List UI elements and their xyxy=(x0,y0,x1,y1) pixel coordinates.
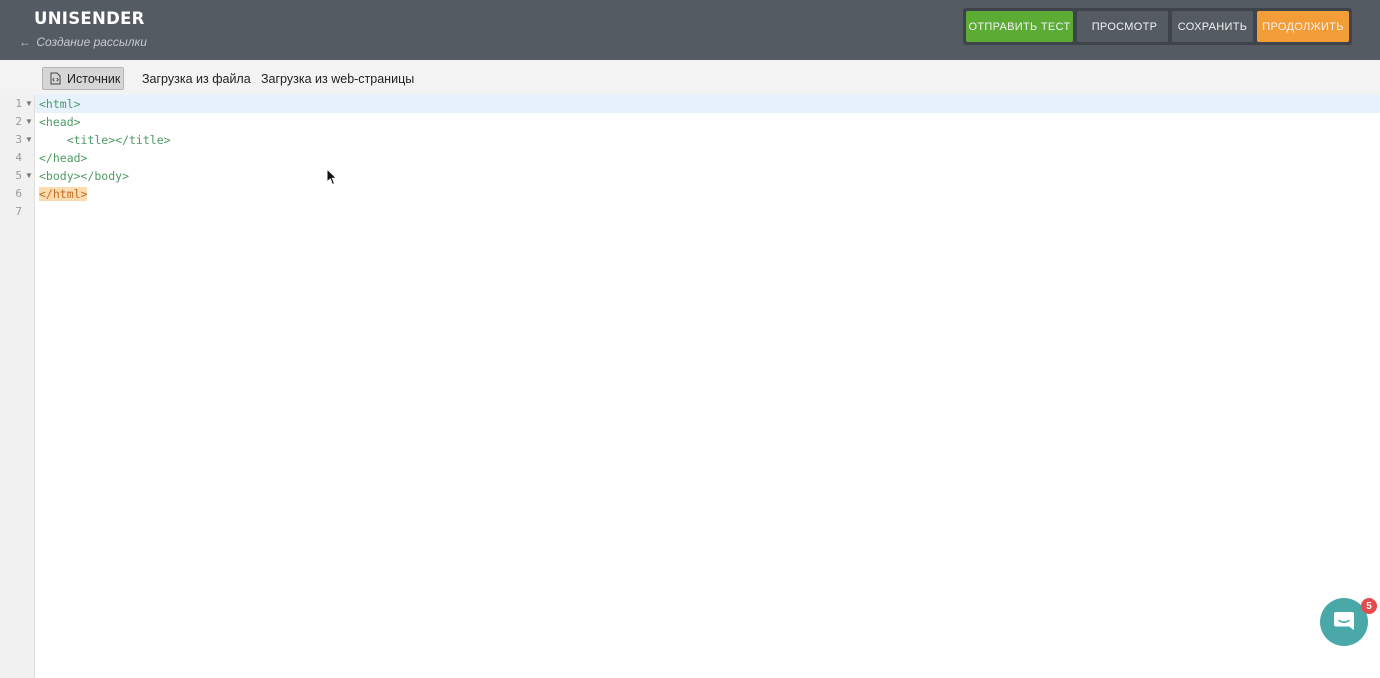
code-line[interactable]: <head> xyxy=(39,115,81,129)
unisender-logo[interactable]: UNISENDER xyxy=(34,9,145,28)
fold-arrow-icon[interactable]: ▼ xyxy=(25,99,33,108)
code-line[interactable]: </html> xyxy=(39,187,88,201)
unread-count-badge: 5 xyxy=(1361,598,1377,614)
back-link[interactable]: ← Создание рассылки xyxy=(19,35,147,49)
code-line[interactable]: <html> xyxy=(39,97,81,111)
tab-web-upload[interactable]: Загрузка из web-страницы xyxy=(261,67,414,90)
line-number: 2 xyxy=(15,115,22,128)
chat-bubble-icon xyxy=(1334,612,1354,630)
preview-button-label: ПРОСМОТР xyxy=(1091,20,1158,33)
code-editor[interactable]: 1 ▼ 2 ▼ 3 ▼ 4 5 ▼ 6 7 <html> <head> <tit… xyxy=(0,95,1380,678)
tab-file-upload[interactable]: Загрузка из файла xyxy=(142,67,251,90)
top-header: UNISENDER ← Создание рассылки ОТПРАВИТЬ … xyxy=(0,0,1380,60)
line-number: 6 xyxy=(15,187,22,200)
continue-button[interactable]: ПРОДОЛЖИТЬ xyxy=(1257,11,1349,42)
active-line-highlight xyxy=(35,95,1380,113)
code-file-icon xyxy=(50,72,61,85)
send-test-button[interactable]: ОТПРАВИТЬ ТЕСТ xyxy=(966,11,1073,42)
line-number: 1 xyxy=(15,97,22,110)
fold-arrow-icon[interactable]: ▼ xyxy=(25,171,33,180)
fold-arrow-icon[interactable]: ▼ xyxy=(25,135,33,144)
save-button[interactable]: СОХРАНИТЬ xyxy=(1172,11,1253,42)
tab-source-label: Источник xyxy=(67,71,121,86)
source-tabs-bar: Источник Загрузка из файла Загрузка из w… xyxy=(0,60,1380,95)
line-number: 3 xyxy=(15,133,22,146)
line-number: 7 xyxy=(15,205,22,218)
code-line[interactable]: <title></title> xyxy=(39,133,171,147)
back-arrow-icon: ← xyxy=(19,35,31,49)
line-number: 4 xyxy=(15,151,22,164)
code-line[interactable]: </head> xyxy=(39,151,87,165)
line-number: 5 xyxy=(15,169,22,182)
preview-button[interactable]: ПРОСМОТР xyxy=(1077,11,1168,42)
line-number-gutter: 1 ▼ 2 ▼ 3 ▼ 4 5 ▼ 6 7 xyxy=(0,95,35,678)
fold-arrow-icon[interactable]: ▼ xyxy=(25,117,33,126)
tab-source[interactable]: Источник xyxy=(42,67,124,90)
action-button-group: ОТПРАВИТЬ ТЕСТ ПРОСМОТР СОХРАНИТЬ ПРОДОЛ… xyxy=(963,8,1352,45)
back-link-label: Создание рассылки xyxy=(36,35,147,49)
mouse-cursor-icon xyxy=(326,168,338,186)
matched-tag-highlight: </html> xyxy=(39,187,88,201)
code-line[interactable]: <body></body> xyxy=(39,169,129,183)
